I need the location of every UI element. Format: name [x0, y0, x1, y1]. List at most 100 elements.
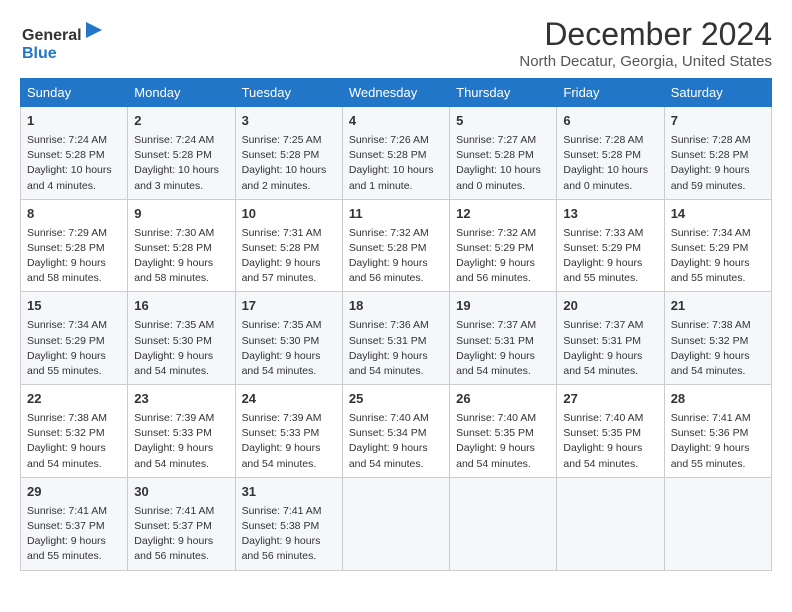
day-info: Sunrise: 7:24 AMSunset: 5:28 PMDaylight:…: [27, 133, 121, 194]
calendar-cell: [450, 477, 557, 570]
calendar-cell: 14 Sunrise: 7:34 AMSunset: 5:29 PMDayligh…: [664, 199, 771, 292]
day-info: Sunrise: 7:36 AMSunset: 5:31 PMDaylight:…: [349, 318, 443, 379]
day-number: 19: [456, 297, 550, 316]
calendar-cell: 11 Sunrise: 7:32 AMSunset: 5:28 PMDayligh…: [342, 199, 449, 292]
day-info: Sunrise: 7:40 AMSunset: 5:35 PMDaylight:…: [563, 411, 657, 472]
day-number: 23: [134, 390, 228, 409]
day-number: 22: [27, 390, 121, 409]
page-header: General Blue December 2024 North Decatur…: [20, 16, 772, 70]
calendar-cell: 30 Sunrise: 7:41 AMSunset: 5:37 PMDayligh…: [128, 477, 235, 570]
header-day-friday: Friday: [557, 79, 664, 107]
day-info: Sunrise: 7:41 AMSunset: 5:38 PMDaylight:…: [242, 504, 336, 565]
calendar-cell: 28 Sunrise: 7:41 AMSunset: 5:36 PMDayligh…: [664, 385, 771, 478]
logo-svg: General Blue: [20, 20, 110, 64]
calendar-cell: 23 Sunrise: 7:39 AMSunset: 5:33 PMDayligh…: [128, 385, 235, 478]
month-title: December 2024: [519, 16, 772, 53]
day-info: Sunrise: 7:32 AMSunset: 5:28 PMDaylight:…: [349, 226, 443, 287]
calendar-cell: 6 Sunrise: 7:28 AMSunset: 5:28 PMDaylight…: [557, 107, 664, 200]
day-number: 6: [563, 112, 657, 131]
day-number: 21: [671, 297, 765, 316]
day-info: Sunrise: 7:35 AMSunset: 5:30 PMDaylight:…: [134, 318, 228, 379]
header-day-monday: Monday: [128, 79, 235, 107]
day-number: 7: [671, 112, 765, 131]
day-number: 13: [563, 205, 657, 224]
day-info: Sunrise: 7:26 AMSunset: 5:28 PMDaylight:…: [349, 133, 443, 194]
day-number: 4: [349, 112, 443, 131]
day-number: 30: [134, 483, 228, 502]
day-number: 14: [671, 205, 765, 224]
day-info: Sunrise: 7:37 AMSunset: 5:31 PMDaylight:…: [563, 318, 657, 379]
calendar-cell: 21 Sunrise: 7:38 AMSunset: 5:32 PMDayligh…: [664, 292, 771, 385]
logo-text: General Blue: [20, 20, 110, 69]
day-info: Sunrise: 7:41 AMSunset: 5:37 PMDaylight:…: [134, 504, 228, 565]
svg-text:Blue: Blue: [22, 45, 57, 62]
day-number: 10: [242, 205, 336, 224]
day-number: 18: [349, 297, 443, 316]
calendar-cell: 17Sunrise: 7:35 AMSunset: 5:30 PMDayligh…: [235, 292, 342, 385]
day-number: 20: [563, 297, 657, 316]
day-number: 25: [349, 390, 443, 409]
header-day-tuesday: Tuesday: [235, 79, 342, 107]
day-info: Sunrise: 7:34 AMSunset: 5:29 PMDaylight:…: [27, 318, 121, 379]
location-title: North Decatur, Georgia, United States: [519, 53, 772, 70]
calendar-cell: 25Sunrise: 7:40 AMSunset: 5:34 PMDayligh…: [342, 385, 449, 478]
day-number: 27: [563, 390, 657, 409]
day-number: 5: [456, 112, 550, 131]
header-day-saturday: Saturday: [664, 79, 771, 107]
day-number: 8: [27, 205, 121, 224]
calendar-cell: 15 Sunrise: 7:34 AMSunset: 5:29 PMDayligh…: [21, 292, 128, 385]
day-info: Sunrise: 7:39 AMSunset: 5:33 PMDaylight:…: [242, 411, 336, 472]
calendar-cell: 7 Sunrise: 7:28 AMSunset: 5:28 PMDaylight…: [664, 107, 771, 200]
day-number: 2: [134, 112, 228, 131]
calendar-cell: 1Sunrise: 7:24 AMSunset: 5:28 PMDaylight…: [21, 107, 128, 200]
day-number: 29: [27, 483, 121, 502]
calendar-cell: 12Sunrise: 7:32 AMSunset: 5:29 PMDayligh…: [450, 199, 557, 292]
calendar-cell: [664, 477, 771, 570]
calendar-table: SundayMondayTuesdayWednesdayThursdayFrid…: [20, 78, 772, 571]
header-day-sunday: Sunday: [21, 79, 128, 107]
day-info: Sunrise: 7:25 AMSunset: 5:28 PMDaylight:…: [242, 133, 336, 194]
calendar-cell: [342, 477, 449, 570]
day-info: Sunrise: 7:38 AMSunset: 5:32 PMDaylight:…: [27, 411, 121, 472]
calendar-cell: 2Sunrise: 7:24 AMSunset: 5:28 PMDaylight…: [128, 107, 235, 200]
day-number: 31: [242, 483, 336, 502]
calendar-week-4: 22 Sunrise: 7:38 AMSunset: 5:32 PMDayligh…: [21, 385, 772, 478]
calendar-cell: 8 Sunrise: 7:29 AMSunset: 5:28 PMDaylight…: [21, 199, 128, 292]
calendar-cell: 27 Sunrise: 7:40 AMSunset: 5:35 PMDayligh…: [557, 385, 664, 478]
calendar-cell: 9Sunrise: 7:30 AMSunset: 5:28 PMDaylight…: [128, 199, 235, 292]
calendar-cell: [557, 477, 664, 570]
calendar-week-3: 15 Sunrise: 7:34 AMSunset: 5:29 PMDayligh…: [21, 292, 772, 385]
day-info: Sunrise: 7:33 AMSunset: 5:29 PMDaylight:…: [563, 226, 657, 287]
title-area: December 2024 North Decatur, Georgia, Un…: [519, 16, 772, 70]
calendar-cell: 16 Sunrise: 7:35 AMSunset: 5:30 PMDayligh…: [128, 292, 235, 385]
calendar-cell: 3Sunrise: 7:25 AMSunset: 5:28 PMDaylight…: [235, 107, 342, 200]
day-info: Sunrise: 7:28 AMSunset: 5:28 PMDaylight:…: [563, 133, 657, 194]
day-info: Sunrise: 7:41 AMSunset: 5:36 PMDaylight:…: [671, 411, 765, 472]
calendar-cell: 5 Sunrise: 7:27 AMSunset: 5:28 PMDaylight…: [450, 107, 557, 200]
header-day-thursday: Thursday: [450, 79, 557, 107]
logo: General Blue: [20, 20, 110, 69]
calendar-cell: 24Sunrise: 7:39 AMSunset: 5:33 PMDayligh…: [235, 385, 342, 478]
day-number: 15: [27, 297, 121, 316]
calendar-cell: 29Sunrise: 7:41 AMSunset: 5:37 PMDayligh…: [21, 477, 128, 570]
calendar-cell: 13 Sunrise: 7:33 AMSunset: 5:29 PMDayligh…: [557, 199, 664, 292]
day-number: 26: [456, 390, 550, 409]
day-info: Sunrise: 7:29 AMSunset: 5:28 PMDaylight:…: [27, 226, 121, 287]
day-info: Sunrise: 7:39 AMSunset: 5:33 PMDaylight:…: [134, 411, 228, 472]
day-info: Sunrise: 7:28 AMSunset: 5:28 PMDaylight:…: [671, 133, 765, 194]
day-info: Sunrise: 7:37 AMSunset: 5:31 PMDaylight:…: [456, 318, 550, 379]
calendar-cell: 20 Sunrise: 7:37 AMSunset: 5:31 PMDayligh…: [557, 292, 664, 385]
calendar-cell: 10Sunrise: 7:31 AMSunset: 5:28 PMDayligh…: [235, 199, 342, 292]
day-number: 28: [671, 390, 765, 409]
day-info: Sunrise: 7:38 AMSunset: 5:32 PMDaylight:…: [671, 318, 765, 379]
day-number: 17: [242, 297, 336, 316]
calendar-cell: 19 Sunrise: 7:37 AMSunset: 5:31 PMDayligh…: [450, 292, 557, 385]
svg-text:General: General: [22, 27, 82, 44]
day-number: 11: [349, 205, 443, 224]
day-info: Sunrise: 7:27 AMSunset: 5:28 PMDaylight:…: [456, 133, 550, 194]
day-number: 9: [134, 205, 228, 224]
calendar-header-row: SundayMondayTuesdayWednesdayThursdayFrid…: [21, 79, 772, 107]
day-info: Sunrise: 7:34 AMSunset: 5:29 PMDaylight:…: [671, 226, 765, 287]
day-number: 16: [134, 297, 228, 316]
calendar-cell: 26Sunrise: 7:40 AMSunset: 5:35 PMDayligh…: [450, 385, 557, 478]
